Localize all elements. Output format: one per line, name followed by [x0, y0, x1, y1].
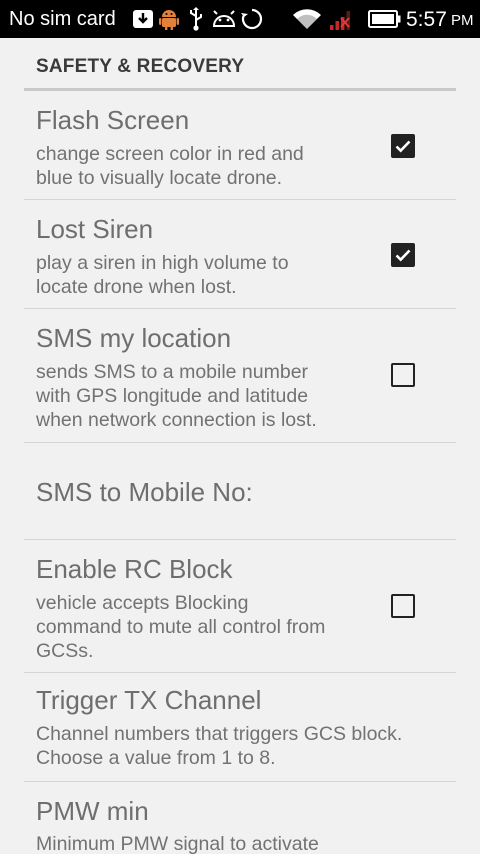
clock-ampm: PM [451, 12, 474, 29]
usb-icon [186, 6, 206, 37]
pref-title: Flash Screen [36, 105, 190, 135]
lost-siren-checkbox[interactable] [391, 243, 415, 267]
checkmark-icon [395, 249, 411, 262]
pref-flash-screen[interactable]: Flash Screen change screen color in red … [24, 91, 456, 200]
pref-title: Lost Siren [36, 214, 154, 244]
battery-icon [368, 10, 402, 33]
enable-rc-block-checkbox[interactable] [391, 594, 415, 618]
pref-lost-siren[interactable]: Lost Siren play a siren in high volume t… [24, 200, 456, 309]
pref-title: Trigger TX Channel [36, 685, 262, 715]
flash-screen-checkbox[interactable] [391, 134, 415, 158]
status-bar: No sim card 5:57 PM [0, 0, 480, 38]
settings-list[interactable]: SAFETY & RECOVERY Flash Screen change sc… [0, 38, 480, 854]
pref-sms-to-mobile-no[interactable]: SMS to Mobile No: [24, 443, 456, 540]
pref-enable-rc-block[interactable]: Enable RC Block vehicle accepts Blocking… [24, 540, 456, 673]
android-debug-icon [158, 7, 180, 36]
pref-title: SMS my location [36, 323, 232, 353]
pref-sms-my-location[interactable]: SMS my location sends SMS to a mobile nu… [24, 309, 456, 443]
pref-title: Enable RC Block [36, 554, 233, 584]
pref-summary: sends SMS to a mobile number with GPS lo… [36, 361, 317, 431]
pref-summary: play a siren in high volume to locate dr… [36, 252, 289, 298]
pref-summary: Channel numbers that triggers GCS block.… [36, 723, 403, 769]
download-icon [131, 8, 155, 35]
pref-summary: change screen color in red and blue to v… [36, 143, 304, 189]
carrier-label: No sim card [9, 8, 116, 30]
pref-title: PMW min [36, 796, 149, 826]
section-header-safety-recovery: SAFETY & RECOVERY [24, 38, 456, 91]
android-icon [211, 10, 237, 33]
pref-summary: Minimum PMW signal to activate [36, 833, 319, 854]
section-title: SAFETY & RECOVERY [36, 56, 245, 77]
pref-title: SMS to Mobile No: [36, 477, 253, 507]
signal-icon [328, 8, 354, 37]
sync-icon [240, 7, 264, 36]
pref-summary: vehicle accepts Blocking command to mute… [36, 592, 326, 662]
pref-trigger-tx-channel[interactable]: Trigger TX Channel Channel numbers that … [24, 673, 456, 782]
wifi-icon [292, 7, 322, 36]
pref-pmw-min[interactable]: PMW min Minimum PMW signal to activate [24, 782, 456, 854]
clock-time: 5:57 [406, 8, 447, 31]
sms-my-location-checkbox[interactable] [391, 363, 415, 387]
checkmark-icon [395, 140, 411, 153]
